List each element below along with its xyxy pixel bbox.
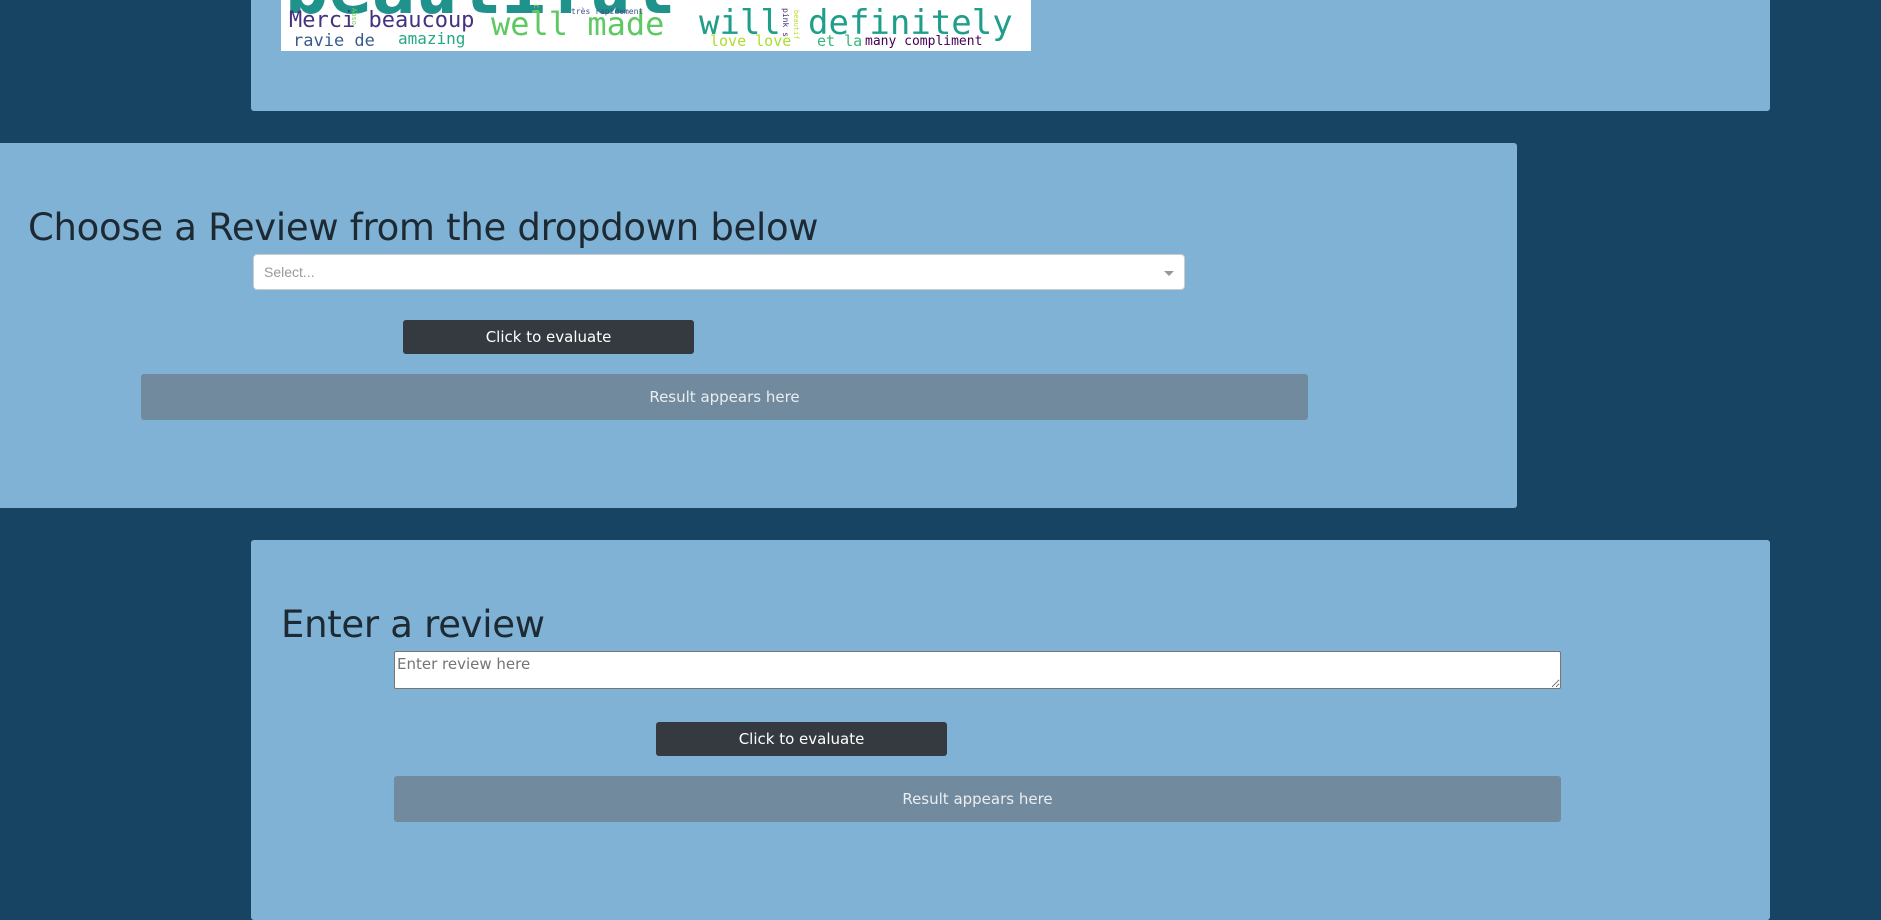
wordcloud-word: Abso: [350, 8, 358, 25]
review-dropdown[interactable]: Select...: [253, 254, 1185, 290]
wordcloud-word: très rapidement: [571, 7, 644, 16]
wordcloud-word: love love: [710, 32, 792, 50]
wordcloud-word: amazing: [398, 29, 466, 48]
review-result-box: Result appears here: [394, 776, 1561, 822]
wordcloud-word: cr: [532, 4, 541, 14]
evaluate-dropdown-button[interactable]: Click to evaluate: [403, 320, 694, 354]
enter-review-card: [251, 540, 1770, 920]
wordcloud-word: many compliment: [865, 34, 983, 49]
dropdown-review-card: [0, 143, 1517, 508]
wordcloud-word: et la: [817, 32, 863, 50]
wordcloud-image: beautiful Merci beaucoup well made will …: [281, 0, 1031, 51]
review-textarea[interactable]: [394, 651, 1561, 689]
evaluate-review-button[interactable]: Click to evaluate: [656, 722, 947, 756]
chevron-down-icon[interactable]: [1164, 271, 1174, 276]
wordcloud-word: ravie de: [293, 31, 375, 51]
dropdown-section-heading: Choose a Review from the dropdown below: [28, 206, 819, 249]
wordcloud-word: pink s: [781, 8, 790, 37]
dropdown-result-box: Result appears here: [141, 374, 1308, 420]
dropdown-placeholder: Select...: [264, 264, 315, 280]
wordcloud-word: beautif: [792, 10, 800, 40]
review-section-heading: Enter a review: [281, 603, 545, 646]
